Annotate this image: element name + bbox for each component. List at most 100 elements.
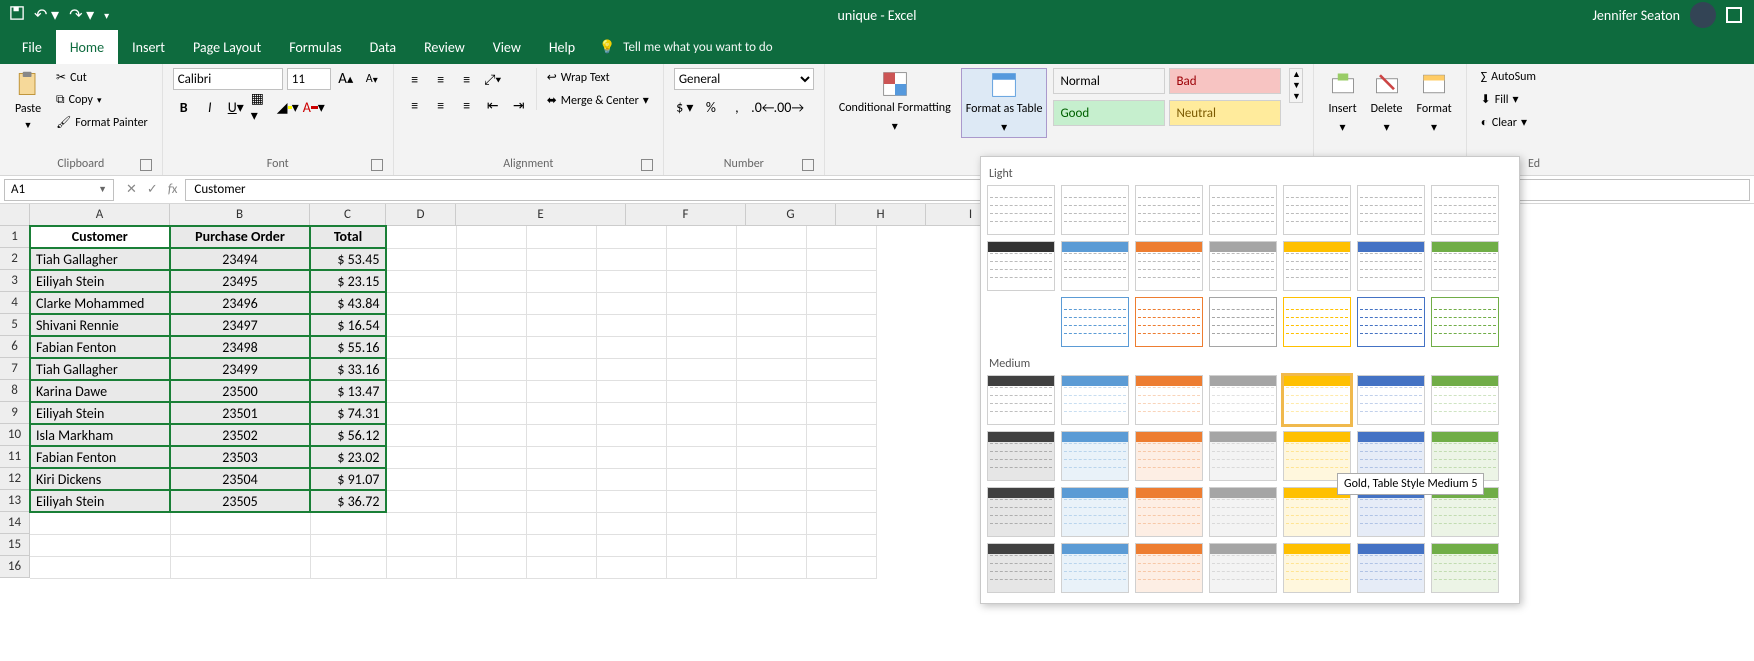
format-painter-button[interactable]: 🖌Format Painter (52, 113, 152, 132)
cell-G2[interactable] (596, 248, 666, 270)
alignment-dialog-launcher[interactable] (641, 159, 653, 171)
avatar[interactable] (1690, 2, 1716, 28)
tab-view[interactable]: View (479, 30, 535, 64)
row-header-6[interactable]: 6 (0, 336, 30, 358)
cell-A9[interactable]: Eiliyah Stein (30, 402, 170, 424)
cell-F1[interactable] (526, 226, 596, 248)
number-dialog-launcher[interactable] (802, 159, 814, 171)
tab-page-layout[interactable]: Page Layout (179, 30, 275, 64)
row-header-9[interactable]: 9 (0, 402, 30, 424)
table-style-swatch[interactable] (1431, 241, 1499, 291)
cell-C8[interactable]: $ 13.47 (310, 380, 386, 402)
cell-A8[interactable]: Karina Dawe (30, 380, 170, 402)
col-header-F[interactable]: F (626, 204, 746, 226)
cell-J5[interactable] (806, 314, 876, 336)
col-header-C[interactable]: C (310, 204, 386, 226)
cell-G1[interactable] (596, 226, 666, 248)
table-style-swatch[interactable] (1357, 375, 1425, 425)
row-header-1[interactable]: 1 (0, 226, 30, 248)
cell-C16[interactable] (310, 556, 386, 578)
cell-F11[interactable] (526, 446, 596, 468)
cell-I2[interactable] (736, 248, 806, 270)
table-style-swatch[interactable] (1283, 543, 1351, 593)
autosum-button[interactable]: ∑AutoSum (1477, 68, 1540, 86)
cell-C7[interactable]: $ 33.16 (310, 358, 386, 380)
cell-D5[interactable] (386, 314, 456, 336)
align-middle-button[interactable]: ≡ (430, 68, 452, 90)
cell-E8[interactable] (456, 380, 526, 402)
cell-D14[interactable] (386, 512, 456, 534)
cell-H6[interactable] (666, 336, 736, 358)
styles-scroll-up[interactable]: ▲ (1290, 69, 1302, 80)
cell-E11[interactable] (456, 446, 526, 468)
cell-B4[interactable]: 23496 (170, 292, 310, 314)
fill-button[interactable]: ⬇Fill ▾ (1477, 90, 1523, 109)
cell-G10[interactable] (596, 424, 666, 446)
cells-grid[interactable]: CustomerPurchase OrderTotalTiah Gallaghe… (30, 226, 877, 579)
tab-review[interactable]: Review (410, 30, 479, 64)
cell-H1[interactable] (666, 226, 736, 248)
table-style-swatch[interactable] (1357, 543, 1425, 593)
cell-F15[interactable] (526, 534, 596, 556)
col-header-D[interactable]: D (386, 204, 456, 226)
cell-I15[interactable] (736, 534, 806, 556)
cell-C5[interactable]: $ 16.54 (310, 314, 386, 336)
cell-F3[interactable] (526, 270, 596, 292)
cell-H9[interactable] (666, 402, 736, 424)
increase-decimal-button[interactable]: .0← (752, 96, 774, 118)
cell-I11[interactable] (736, 446, 806, 468)
table-style-swatch[interactable] (1061, 297, 1129, 347)
col-header-G[interactable]: G (746, 204, 836, 226)
cell-I6[interactable] (736, 336, 806, 358)
tab-home[interactable]: Home (56, 30, 118, 64)
table-style-swatch[interactable] (1209, 543, 1277, 593)
cell-J12[interactable] (806, 468, 876, 490)
accounting-button[interactable]: $ ▾ (674, 96, 696, 118)
cell-E4[interactable] (456, 292, 526, 314)
enter-formula-icon[interactable]: ✓ (147, 182, 158, 197)
cell-F7[interactable] (526, 358, 596, 380)
table-style-swatch[interactable] (987, 431, 1055, 481)
cell-C14[interactable] (310, 512, 386, 534)
bold-button[interactable]: B (173, 96, 195, 118)
cell-E3[interactable] (456, 270, 526, 292)
decrease-decimal-button[interactable]: .00→ (778, 96, 800, 118)
cell-B8[interactable]: 23500 (170, 380, 310, 402)
row-header-3[interactable]: 3 (0, 270, 30, 292)
table-style-swatch[interactable] (1209, 185, 1277, 235)
cell-B10[interactable]: 23502 (170, 424, 310, 446)
table-style-swatch[interactable] (1209, 487, 1277, 537)
save-icon[interactable] (10, 6, 24, 24)
cell-C13[interactable]: $ 36.72 (310, 490, 386, 512)
cell-E16[interactable] (456, 556, 526, 578)
cell-G16[interactable] (596, 556, 666, 578)
cell-C9[interactable]: $ 74.31 (310, 402, 386, 424)
cell-A4[interactable]: Clarke Mohammed (30, 292, 170, 314)
fill-color-button[interactable]: ◢▾ (277, 96, 299, 118)
cell-B7[interactable]: 23499 (170, 358, 310, 380)
cell-D12[interactable] (386, 468, 456, 490)
styles-scroll-down[interactable]: ▼ (1290, 80, 1302, 91)
table-style-swatch[interactable] (1209, 431, 1277, 481)
style-neutral[interactable]: Neutral (1169, 100, 1281, 126)
cell-D9[interactable] (386, 402, 456, 424)
cell-B1[interactable]: Purchase Order (170, 226, 310, 248)
cell-G12[interactable] (596, 468, 666, 490)
style-good[interactable]: Good (1053, 100, 1165, 126)
table-style-swatch[interactable] (1283, 241, 1351, 291)
font-color-button[interactable]: A▾ (303, 96, 325, 118)
cell-C15[interactable] (310, 534, 386, 556)
cell-E14[interactable] (456, 512, 526, 534)
tell-me[interactable]: 💡 Tell me what you want to do (599, 30, 773, 64)
insert-cells-button[interactable]: Insert▾ (1324, 68, 1360, 137)
cell-B5[interactable]: 23497 (170, 314, 310, 336)
cell-E1[interactable] (456, 226, 526, 248)
number-format-combo[interactable]: General (674, 68, 814, 90)
table-style-swatch[interactable] (1357, 185, 1425, 235)
table-style-swatch[interactable] (1061, 543, 1129, 593)
undo-icon[interactable]: ↶ ▾ (34, 5, 59, 25)
row-header-15[interactable]: 15 (0, 534, 30, 556)
align-top-button[interactable]: ≡ (404, 68, 426, 90)
row-header-12[interactable]: 12 (0, 468, 30, 490)
fx-icon[interactable]: fx (168, 182, 178, 197)
